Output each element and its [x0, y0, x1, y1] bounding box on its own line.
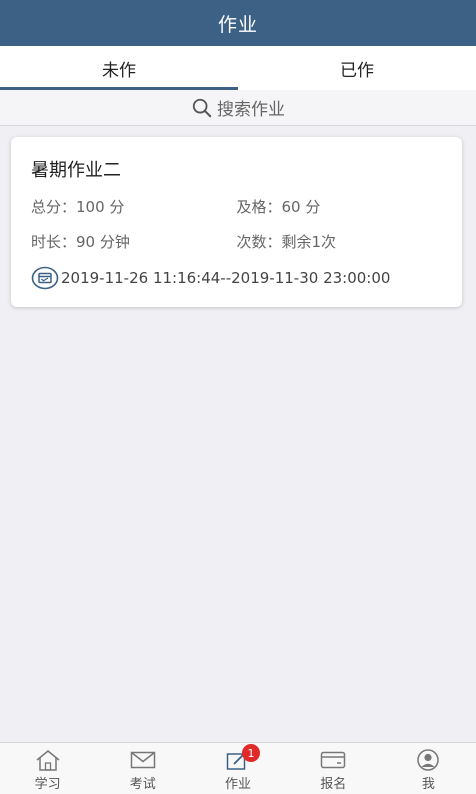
- app-root: 作业 未作 已作 搜索作业 暑期作业二 总分：100 分 及格：60 分 时长：…: [0, 0, 476, 794]
- nav-label-exam: 考试: [129, 777, 156, 792]
- time-range-row: 2019-11-26 11:16:44--2019-11-30 23:00:00: [31, 266, 442, 290]
- attempts: 次数：剩余1次: [237, 231, 443, 252]
- total-score: 总分：100 分: [31, 196, 237, 217]
- pass-score-label: 及格：: [236, 198, 282, 216]
- homework-badge: 1: [242, 744, 260, 762]
- homework-card[interactable]: 暑期作业二 总分：100 分 及格：60 分 时长：90 分钟 次数：剩余1次: [11, 137, 462, 307]
- nav-label-me: 我: [421, 777, 435, 792]
- duration-row: 时长：90 分钟 次数：剩余1次: [31, 231, 442, 252]
- card-icon: [320, 751, 346, 769]
- score-row: 总分：100 分 及格：60 分: [31, 196, 442, 217]
- header-bar: 作业: [0, 0, 476, 46]
- nav-label-homework: 作业: [225, 777, 252, 792]
- attempts-value: 剩余1次: [281, 233, 337, 251]
- tab-done[interactable]: 已作: [238, 46, 476, 90]
- attempts-label: 次数：: [236, 233, 282, 251]
- mail-icon: [130, 751, 156, 769]
- duration-label: 时长：: [31, 233, 77, 251]
- nav-item-me[interactable]: 我: [381, 743, 476, 794]
- user-icon: [417, 749, 440, 771]
- calendar-icon: [31, 266, 59, 290]
- pass-score-value: 60 分: [281, 198, 321, 216]
- homework-title: 暑期作业二: [31, 160, 121, 181]
- bottom-nav: 学习 考试 1 作业 报名 我: [0, 742, 476, 794]
- duration: 时长：90 分钟: [31, 231, 237, 252]
- nav-item-enroll[interactable]: 报名: [286, 743, 381, 794]
- total-score-value: 100 分: [76, 198, 125, 216]
- nav-label-study: 学习: [34, 777, 61, 792]
- nav-item-homework[interactable]: 1 作业: [190, 743, 285, 794]
- duration-value: 90 分钟: [76, 233, 130, 251]
- pass-score: 及格：60 分: [237, 196, 443, 217]
- nav-label-enroll: 报名: [320, 777, 347, 792]
- total-score-label: 总分：: [31, 198, 77, 216]
- tab-not-done[interactable]: 未作: [0, 46, 238, 90]
- nav-item-study[interactable]: 学习: [0, 743, 95, 794]
- search-label: 搜索作业: [217, 100, 285, 120]
- home-icon: [36, 750, 60, 771]
- time-range: 2019-11-26 11:16:44--2019-11-30 23:00:00: [61, 269, 391, 287]
- page-title: 作业: [217, 13, 258, 36]
- nav-item-exam[interactable]: 考试: [95, 743, 190, 794]
- search-bar[interactable]: 搜索作业: [0, 90, 476, 126]
- search-icon: [192, 98, 212, 117]
- tab-bar: 未作 已作: [0, 46, 476, 90]
